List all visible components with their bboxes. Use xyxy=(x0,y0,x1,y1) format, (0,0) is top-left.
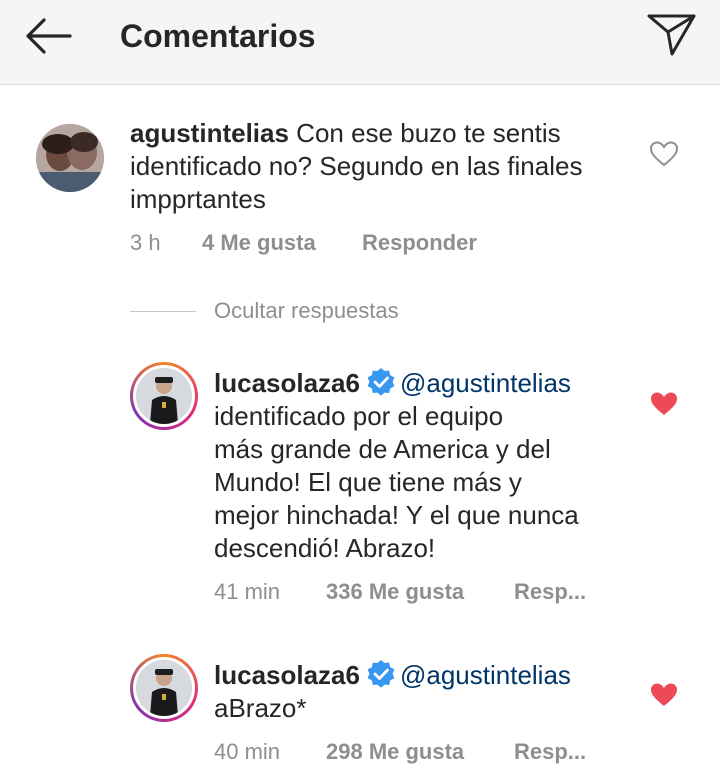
reply-time: 41 min xyxy=(214,579,281,604)
back-button[interactable] xyxy=(20,14,76,58)
comment-username[interactable]: agustintelias xyxy=(130,118,289,148)
avatar[interactable] xyxy=(36,124,104,192)
reply-body-line: aBrazo* xyxy=(214,693,307,723)
reply-text: lucasolaza6 @agustintelias aBrazo* xyxy=(214,659,644,725)
reply-time: 40 min xyxy=(214,739,281,764)
divider-line xyxy=(130,311,196,312)
header-bar: Comentarios xyxy=(0,0,720,85)
hide-replies-label: Ocultar respuestas xyxy=(214,298,399,323)
comment-likes[interactable]: 4 Me gusta xyxy=(202,230,316,256)
comment-body-line: Con ese buzo te sentis xyxy=(296,118,561,148)
hide-replies-toggle[interactable]: Ocultar respuestas xyxy=(130,298,530,326)
reply-likes[interactable]: 298 Me gusta xyxy=(326,739,464,765)
avatar-photo xyxy=(36,124,104,192)
avatar[interactable] xyxy=(130,362,198,430)
reply-body-line: mejor hinchada! Y el que nunca xyxy=(214,500,579,530)
reply-button[interactable]: Resp... xyxy=(514,739,586,765)
reply-mention[interactable]: @agustintelias xyxy=(400,368,571,398)
reply-likes[interactable]: 336 Me gusta xyxy=(326,579,464,605)
heart-icon[interactable] xyxy=(649,390,679,418)
paper-plane-icon xyxy=(647,14,696,56)
avatar-photo xyxy=(133,365,195,427)
reply-body-line: descendió! Abrazo! xyxy=(214,533,436,563)
reply-mention[interactable]: @agustintelias xyxy=(400,660,571,690)
page-title: Comentarios xyxy=(120,18,316,54)
reply-body-line: Mundo! El que tiene más y xyxy=(214,467,522,497)
comment-body-line: identificado no? Segundo en las finales xyxy=(130,151,583,181)
send-button[interactable] xyxy=(644,10,700,60)
verified-badge-icon xyxy=(367,660,395,688)
reply-button[interactable]: Resp... xyxy=(514,579,586,605)
heart-icon[interactable] xyxy=(649,140,679,168)
reply-body-line: identificado por el equipo xyxy=(214,401,504,431)
comment-text: agustintelias Con ese buzo te sentis ide… xyxy=(130,117,650,216)
verified-badge-icon xyxy=(367,368,395,396)
reply-button[interactable]: Responder xyxy=(362,230,477,256)
reply-text: lucasolaza6 @agustintelias identificado … xyxy=(214,367,644,565)
arrow-left-icon xyxy=(26,18,72,54)
reply-username[interactable]: lucasolaza6 xyxy=(214,660,360,690)
avatar[interactable] xyxy=(130,654,198,722)
heart-icon[interactable] xyxy=(649,681,679,709)
reply-body-line: más grande de America y del xyxy=(214,434,551,464)
avatar-photo xyxy=(133,657,195,719)
reply-username[interactable]: lucasolaza6 xyxy=(214,368,360,398)
comment-body-line: impprtantes xyxy=(130,184,266,214)
comment-time: 3 h xyxy=(130,230,161,255)
